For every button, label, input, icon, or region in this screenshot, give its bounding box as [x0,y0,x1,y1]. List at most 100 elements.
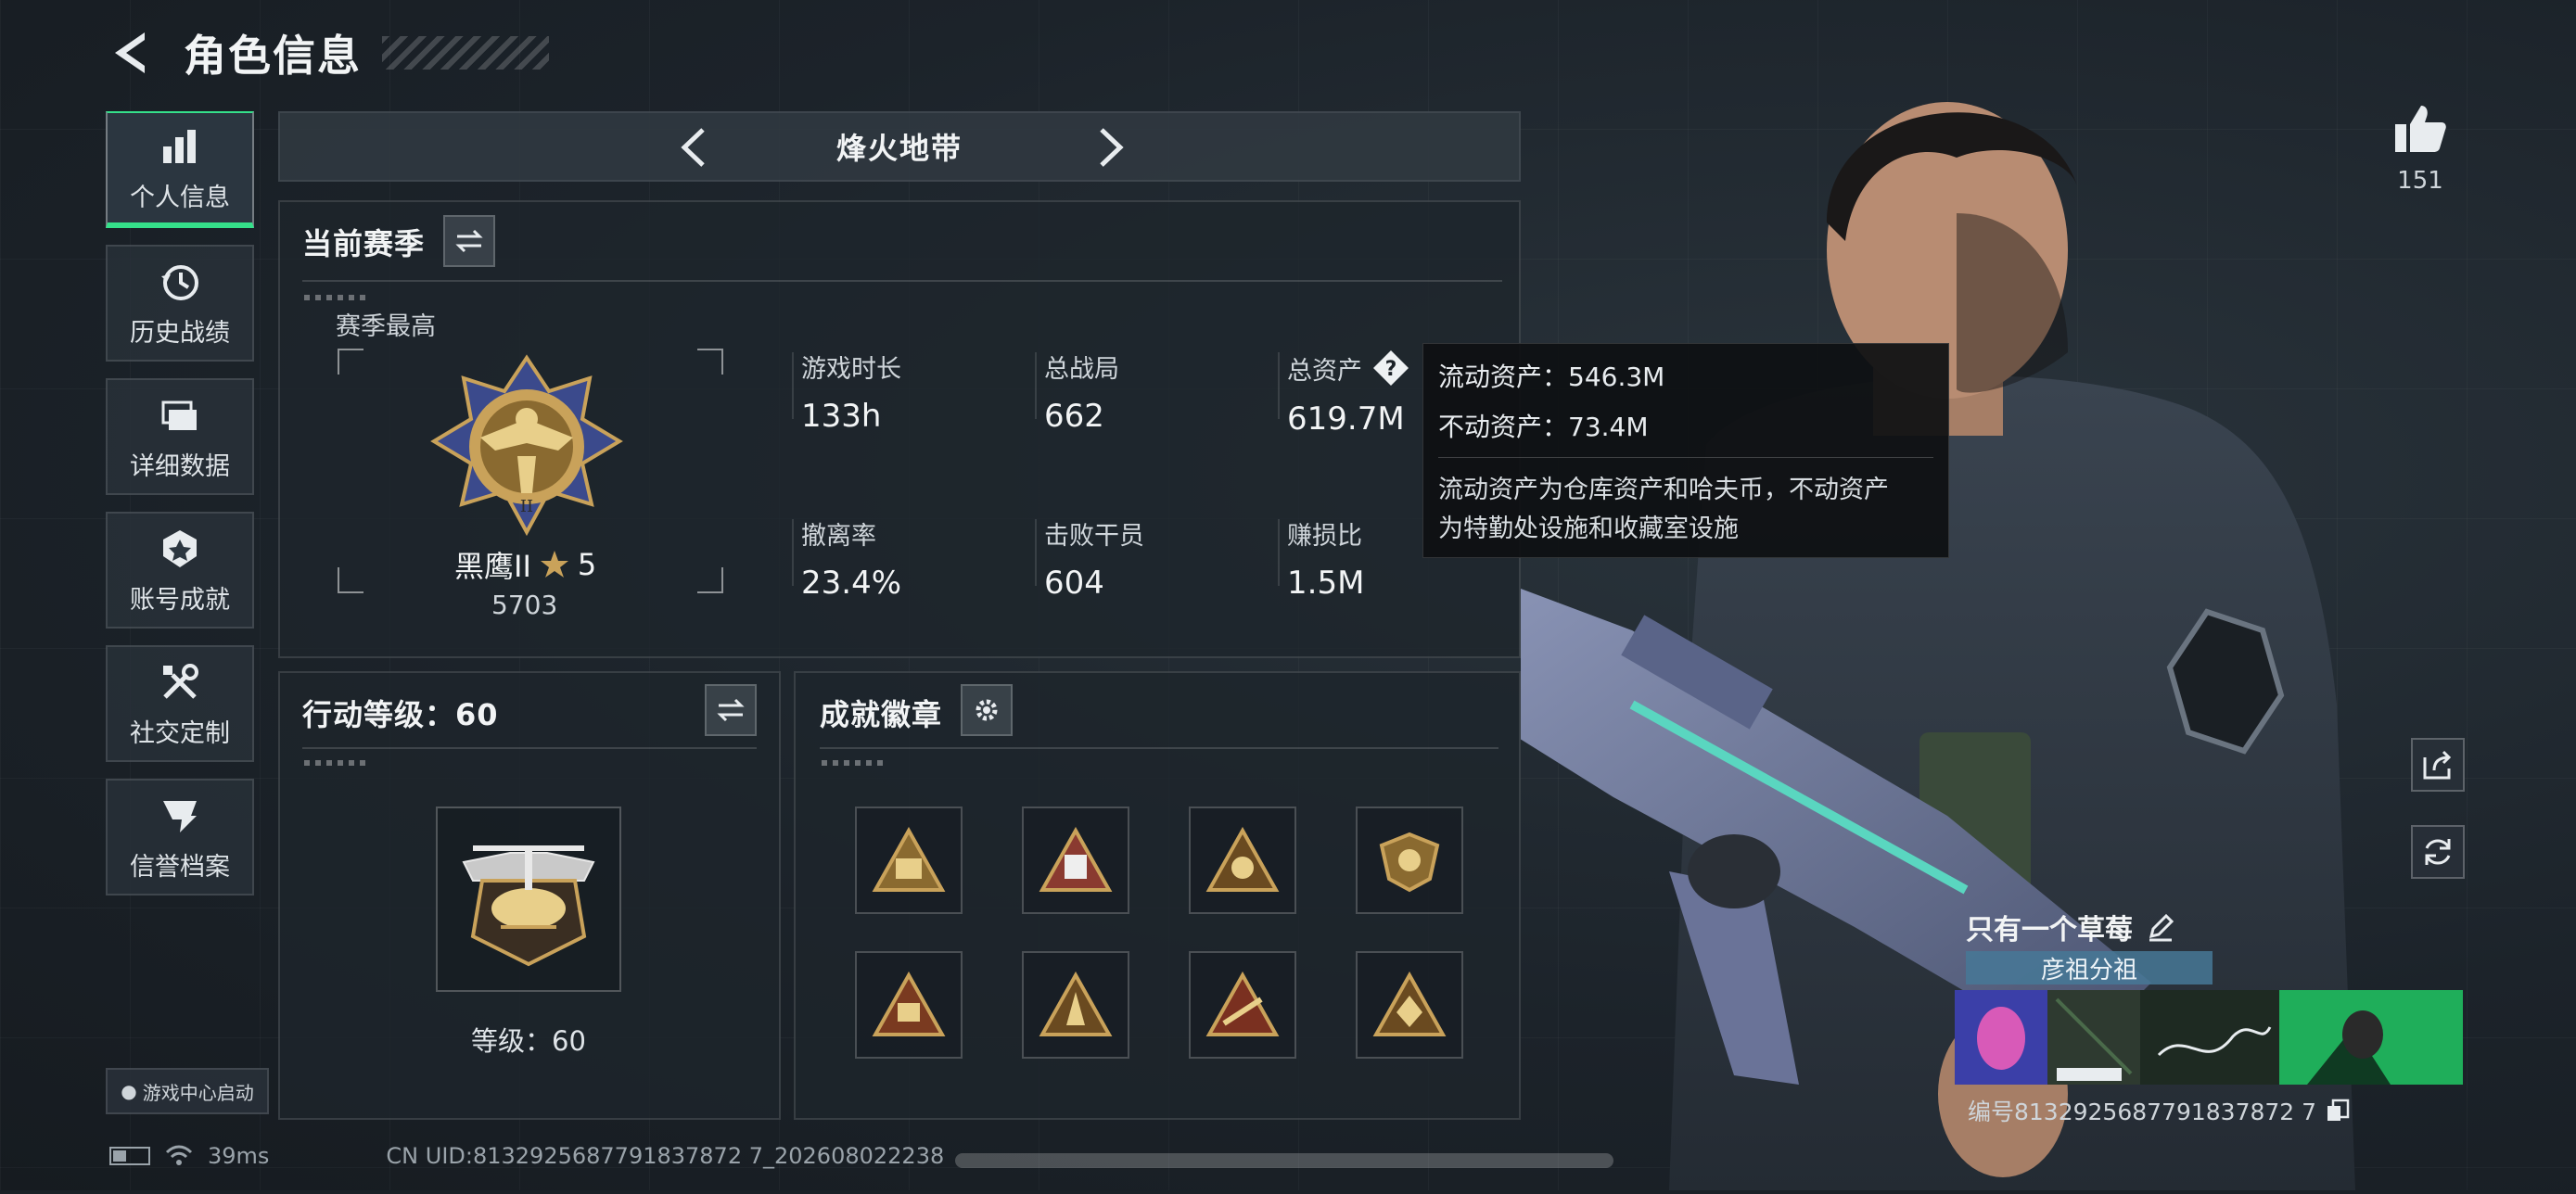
svg-text:II: II [520,497,533,516]
badges-settings-button[interactable] [961,684,1013,736]
sidebar-item-history[interactable]: 历史战绩 [106,245,254,362]
game-center-icon: ● [121,1080,137,1102]
refresh-icon [2425,839,2451,865]
tooltip-fixed-assets: 不动资产：73.4M [1438,412,1649,442]
stat-label: 击败干员 [1044,522,1144,551]
achievement-icon [157,526,203,572]
badge-slot[interactable] [1022,807,1129,914]
gear-icon [976,699,998,721]
swap-arrows-icon [717,698,745,722]
profile-banner[interactable] [1955,990,2463,1085]
sidebar-item-social[interactable]: 社交定制 [106,645,254,762]
badges-divider [820,747,1498,749]
badge-slot[interactable] [855,807,963,914]
like-button[interactable]: 151 [2392,104,2448,195]
team-tag[interactable]: 彦祖分祖 [1966,951,2213,984]
star-icon [540,551,568,578]
season-divider [302,280,1502,282]
stat-kills: 击败干员 604 [1044,515,1144,602]
sidebar-item-label: 历史战绩 [130,318,230,348]
ping-text: 39ms [208,1143,270,1169]
badge-slot[interactable] [1189,951,1296,1059]
tooltip-divider [1438,457,1933,458]
sidebar-item-profile[interactable]: 个人信息 [106,111,254,228]
status-footer: 39ms CN UID:8132925687791837872 7_202608… [109,1140,944,1172]
stat-separator [792,519,794,586]
wifi-icon [165,1145,193,1167]
sidebar: 个人信息 历史战绩 详细数据 账号成就 社交定制 信誉档案 [106,111,258,912]
sidebar-item-label: 个人信息 [130,183,230,212]
badges-title: 成就徽章 [820,697,943,732]
help-question-icon[interactable]: ? [1371,349,1410,387]
like-count: 151 [2397,167,2443,195]
rank-name: 黑鹰II 5 [454,543,596,586]
sidebar-item-label: 信誉档案 [130,852,230,882]
badge-slot[interactable] [1356,807,1463,914]
stat-total-assets: 总资产 ? 619.7M [1287,349,1410,438]
badge-slot[interactable] [1189,807,1296,914]
stat-label: 总资产 ? [1287,349,1410,387]
mode-next-arrow-icon[interactable] [1089,126,1131,169]
mode-prev-arrow-icon[interactable] [673,126,716,169]
frame-corner [697,349,723,375]
badge-icon [1372,972,1447,1036]
rank-stars: 5 [577,547,597,582]
stat-label-text: 总资产 [1287,356,1362,386]
stat-separator [792,352,794,419]
sidebar-item-label: 账号成就 [130,585,230,615]
season-title: 当前赛季 [302,226,426,261]
badge-icon [1039,827,1113,892]
back-arrow-icon[interactable] [104,27,156,79]
season-switch-button[interactable] [443,215,495,267]
stat-value: 1.5M [1287,565,1365,602]
game-center-label: 游戏中心启动 [142,1081,254,1104]
decor-ticks [304,760,369,766]
badge-slot[interactable] [1022,951,1129,1059]
badge-icon [872,972,946,1036]
badge-slot[interactable] [855,951,963,1059]
assets-tooltip: 流动资产：546.3M 不动资产：73.4M 流动资产为仓库资产和哈夫币，不动资… [1422,343,1949,558]
level-text: 等级：60 [471,1025,586,1057]
game-center-button[interactable]: ● 游戏中心启动 [106,1068,269,1114]
share-button[interactable] [2411,738,2465,792]
horizontal-scrollbar[interactable] [955,1153,1613,1168]
tooltip-description-1: 流动资产为仓库资产和哈夫币，不动资产 [1438,476,1889,504]
tools-icon [157,659,203,705]
player-id: 编号8132925687791837872 7 [1968,1094,2350,1127]
header: 角色信息 [104,20,549,85]
badge-slot[interactable] [1356,951,1463,1059]
sidebar-item-details[interactable]: 详细数据 [106,378,254,495]
thumbs-up-icon [2395,106,2446,152]
stat-profit-ratio: 赚损比 1.5M [1287,515,1364,602]
sidebar-item-achievements[interactable]: 账号成就 [106,512,254,629]
stat-label: 游戏时长 [801,355,901,384]
rank-medal-icon: II [428,354,625,540]
stat-label: 总战局 [1044,355,1119,384]
action-level-switch-button[interactable] [705,684,757,736]
stat-separator [1278,519,1280,586]
frame-corner [338,349,363,375]
sidebar-item-reputation[interactable]: 信誉档案 [106,779,254,896]
swap-arrows-icon [455,229,483,253]
mode-switcher: 烽火地带 [278,111,1521,182]
badge-icon [1379,832,1440,893]
badge-icon [1205,827,1280,892]
badge-icon [1205,972,1280,1036]
stat-value: 133h [801,398,882,435]
stat-separator [1278,352,1280,419]
tooltip-liquid-assets: 流动资产：546.3M [1438,362,1665,392]
edit-name-pencil-icon[interactable] [2146,912,2175,942]
stat-value: 604 [1044,565,1104,602]
decor-ticks [822,760,886,766]
stat-play-time: 游戏时长 133h [801,349,901,435]
refresh-button[interactable] [2411,825,2465,879]
rank-score: 5703 [491,590,558,620]
player-name: 只有一个草莓 [1966,907,2175,947]
share-icon [2423,750,2452,780]
rank-name-text: 黑鹰II [454,549,531,584]
season-best-label: 赛季最高 [336,312,436,341]
badge-icon [1039,972,1113,1036]
level-emblem-frame [436,807,621,992]
copy-icon[interactable] [2326,1099,2350,1123]
page-title: 角色信息 [184,31,362,81]
